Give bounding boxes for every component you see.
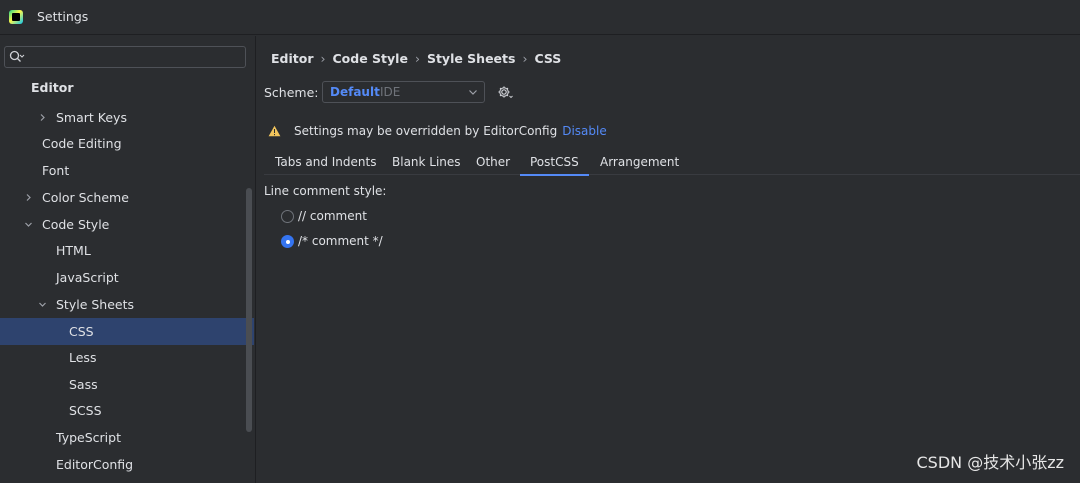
sidebar-item-label: JavaScript	[56, 270, 119, 285]
breadcrumb-separator-icon: ›	[522, 51, 528, 66]
sidebar-item-label: Sass	[69, 377, 98, 392]
breadcrumb-css: CSS	[534, 51, 562, 66]
sidebar-item-label: SCSS	[69, 403, 102, 418]
sidebar-item-css[interactable]: CSS	[0, 318, 254, 345]
sidebar-item-label: Less	[69, 350, 97, 365]
window-title: Settings	[37, 9, 89, 24]
chevron-down-icon[interactable]	[38, 300, 47, 309]
tab-bar: Tabs and Indents Blank Lines Other PostC…	[264, 151, 1080, 176]
pycharm-logo-icon	[9, 10, 23, 24]
sidebar-item-label: EditorConfig	[56, 457, 134, 472]
radio-button[interactable]	[281, 235, 294, 248]
tab-blank-lines[interactable]: Blank Lines	[392, 155, 461, 175]
sidebar-item-label: Code Style	[42, 217, 110, 232]
sidebar-item-label: TypeScript	[56, 430, 121, 445]
line-comment-style-label: Line comment style:	[264, 184, 387, 198]
radio-label: // comment	[298, 209, 367, 223]
sidebar-item-label: Font	[42, 163, 70, 178]
sidebar-item-html[interactable]: HTML	[0, 237, 254, 264]
chevron-down-icon[interactable]	[24, 220, 33, 229]
sidebar-item-label: Smart Keys	[56, 110, 127, 125]
search-input[interactable]	[27, 48, 241, 66]
sidebar-item-label: HTML	[56, 243, 91, 258]
breadcrumb-separator-icon: ›	[414, 51, 420, 66]
notice-text: Settings may be overridden by EditorConf…	[294, 124, 558, 138]
sidebar-item-javascript[interactable]: JavaScript	[0, 264, 254, 291]
sidebar-item-code-editing[interactable]: Code Editing	[0, 130, 254, 157]
watermark-text: CSDN @技术小张zz	[916, 453, 1064, 472]
sidebar-item-label: CSS	[69, 324, 94, 339]
sidebar-item-label: Style Sheets	[56, 297, 135, 312]
scheme-select[interactable]: Default IDE	[322, 81, 485, 103]
editorconfig-notice: Settings may be overridden by EditorConf…	[294, 124, 607, 138]
breadcrumb: Editor › Code Style › Style Sheets › CSS	[271, 51, 561, 66]
sidebar-item-label: Code Editing	[42, 136, 122, 151]
settings-search-box[interactable]	[4, 46, 246, 68]
chevron-down-icon	[469, 90, 477, 95]
breadcrumb-editor[interactable]: Editor	[271, 51, 314, 66]
gear-icon[interactable]	[497, 84, 513, 100]
scheme-selected-kind: IDE	[380, 85, 401, 99]
sidebar-item-label: Color Scheme	[42, 190, 129, 205]
tab-tabs-and-indents[interactable]: Tabs and Indents	[275, 155, 376, 175]
sidebar-item-sass[interactable]: Sass	[0, 371, 254, 398]
sidebar-item-typescript[interactable]: TypeScript	[0, 424, 254, 451]
disable-link[interactable]: Disable	[562, 124, 607, 138]
sidebar-item-scss[interactable]: SCSS	[0, 397, 254, 424]
chevron-right-icon[interactable]	[24, 193, 33, 202]
sidebar-scrollbar[interactable]	[246, 188, 252, 432]
scheme-selected-name: Default	[330, 85, 380, 99]
breadcrumb-separator-icon: ›	[320, 51, 326, 66]
title-bar: Settings	[0, 0, 1080, 35]
tab-arrangement[interactable]: Arrangement	[600, 155, 679, 175]
sidebar-item-less[interactable]: Less	[0, 344, 254, 371]
sidebar-item-style-sheets[interactable]: Style Sheets	[0, 291, 254, 318]
chevron-right-icon[interactable]	[38, 113, 47, 122]
settings-sidebar: Editor Smart Keys Code Editing Font Colo…	[0, 36, 256, 483]
radio-label: /* comment */	[298, 234, 383, 248]
breadcrumb-code-style[interactable]: Code Style	[333, 51, 408, 66]
breadcrumb-style-sheets[interactable]: Style Sheets	[427, 51, 516, 66]
warning-icon	[268, 125, 281, 137]
tab-other[interactable]: Other	[476, 155, 510, 175]
sidebar-item-color-scheme[interactable]: Color Scheme	[0, 184, 254, 211]
settings-main-panel: Editor › Code Style › Style Sheets › CSS Schem…	[257, 36, 1080, 483]
radio-button[interactable]	[281, 210, 294, 223]
scheme-label: Scheme:	[264, 85, 319, 100]
sidebar-item-code-style[interactable]: Code Style	[0, 211, 254, 238]
sidebar-item-font[interactable]: Font	[0, 157, 254, 184]
sidebar-item-editorconfig[interactable]: EditorConfig	[0, 451, 254, 478]
sidebar-item-editor[interactable]: Editor	[0, 74, 254, 101]
sidebar-item-label: Editor	[31, 80, 74, 95]
tab-postcss[interactable]: PostCSS	[520, 155, 589, 176]
search-icon	[9, 50, 25, 62]
sidebar-item-smart-keys[interactable]: Smart Keys	[0, 104, 254, 131]
